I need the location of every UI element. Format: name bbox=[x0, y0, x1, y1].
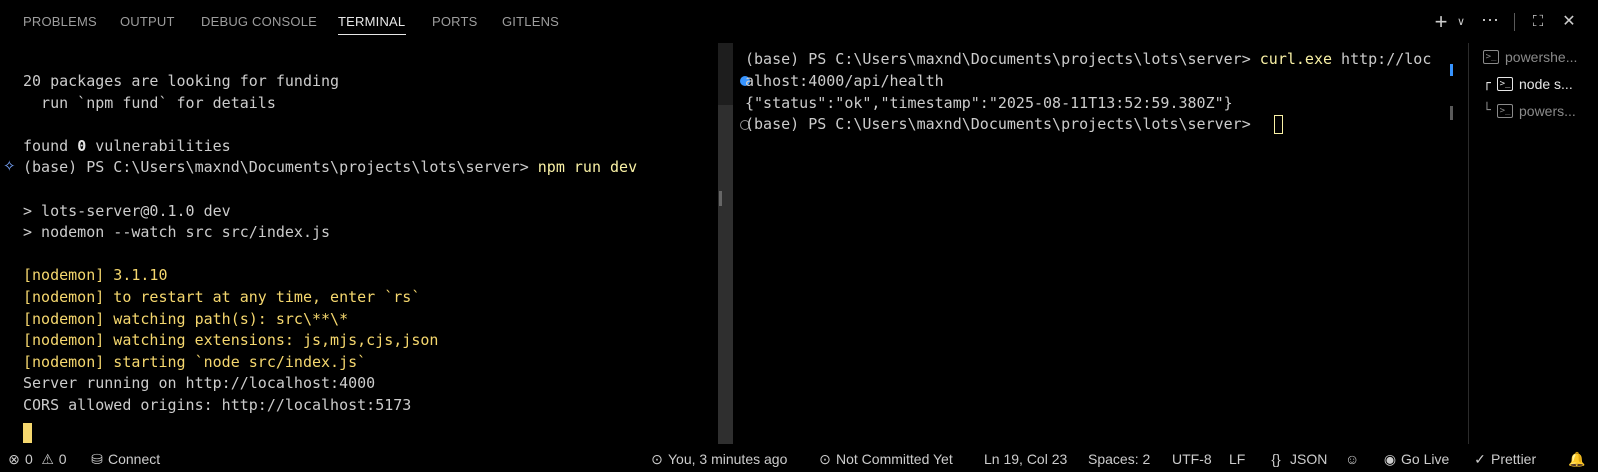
terminal-tab-label: powershe... bbox=[1505, 49, 1578, 65]
terminal-line: [nodemon] 3.1.10 bbox=[23, 266, 168, 284]
terminal-line: (base) PS C:\Users\maxnd\Documents\proje… bbox=[745, 48, 1431, 70]
broadcast-icon: ◉ bbox=[1383, 451, 1397, 467]
git-blame-status[interactable]: ⊙ You, 3 minutes ago bbox=[650, 450, 787, 468]
git-commit-icon: ⊙ bbox=[819, 451, 831, 467]
blame-label: You, 3 minutes ago bbox=[668, 451, 788, 467]
connect-label: Connect bbox=[108, 451, 161, 467]
close-icon[interactable]: ✕ bbox=[1558, 10, 1580, 34]
panel-tab-bar: PROBLEMS OUTPUT DEBUG CONSOLE TERMINAL P… bbox=[0, 0, 1598, 43]
tab-problems[interactable]: PROBLEMS bbox=[23, 14, 97, 29]
warning-count: 0 bbox=[58, 451, 67, 467]
terminal-tabs-list: >_ powershe... ┌ >_ node s... └ >_ power… bbox=[1468, 43, 1598, 444]
terminal-icon: >_ bbox=[1497, 77, 1513, 91]
terminal-line: (base) PS C:\Users\maxnd\Documents\proje… bbox=[23, 156, 637, 178]
cursor-position[interactable]: Ln 19, Col 23 bbox=[984, 450, 1067, 468]
terminal-tab-label: powers... bbox=[1519, 103, 1576, 119]
more-icon[interactable]: ⋯ bbox=[1479, 8, 1501, 32]
command-arg: http://loc bbox=[1332, 50, 1432, 68]
terminal-cursor bbox=[1274, 115, 1283, 134]
chevron-down-icon[interactable]: ∨ bbox=[1450, 10, 1472, 34]
scrollbar-marker bbox=[1450, 64, 1453, 76]
terminal-line: (base) PS C:\Users\maxnd\Documents\proje… bbox=[745, 115, 1260, 133]
terminal-line: found 0 vulnerabilities bbox=[23, 135, 231, 157]
tab-ports[interactable]: PORTS bbox=[432, 14, 478, 29]
terminal-line: Server running on http://localhost:4000 bbox=[23, 374, 376, 392]
terminal-line: 20 packages are looking for funding bbox=[23, 72, 340, 90]
vuln-count: 0 bbox=[77, 137, 87, 155]
prompt: (base) PS C:\Users\maxnd\Documents\proje… bbox=[745, 50, 1260, 68]
split-handle[interactable] bbox=[719, 191, 722, 206]
connect-status[interactable]: ⛁ Connect bbox=[90, 450, 160, 468]
error-icon: ⊗ bbox=[8, 451, 20, 467]
actions-divider bbox=[1514, 13, 1515, 31]
prettier-status[interactable]: ✓ Prettier bbox=[1473, 450, 1536, 468]
terminal-tab-label: node s... bbox=[1519, 76, 1573, 92]
maximize-icon[interactable]: ⛶ bbox=[1527, 10, 1549, 34]
terminal-icon: >_ bbox=[1483, 50, 1499, 64]
problems-status[interactable]: ⊗ 0 ⚠ 0 bbox=[7, 450, 66, 468]
sparkle-icon[interactable]: ✧ bbox=[3, 158, 21, 176]
language-label: JSON bbox=[1290, 451, 1328, 467]
go-live-status[interactable]: ◉ Go Live bbox=[1383, 450, 1449, 468]
terminal-line: run `npm fund` for details bbox=[23, 94, 276, 112]
left-terminal[interactable]: 20 packages are looking for funding run … bbox=[0, 43, 717, 444]
prompt: (base) PS C:\Users\maxnd\Documents\proje… bbox=[23, 158, 538, 176]
terminal-line: [nodemon] starting `node src/index.js` bbox=[23, 353, 367, 371]
braces-icon: {} bbox=[1271, 451, 1281, 467]
double-check-icon: ✓ bbox=[1474, 451, 1486, 467]
golive-label: Go Live bbox=[1401, 451, 1450, 467]
warning-icon: ⚠ bbox=[41, 451, 54, 467]
terminal-line: {"status":"ok","timestamp":"2025-08-11T1… bbox=[745, 94, 1233, 112]
left-scrollbar-thumb[interactable] bbox=[718, 105, 733, 444]
terminal-line: [nodemon] watching extensions: js,mjs,cj… bbox=[23, 331, 439, 349]
terminal-line: alhost:4000/api/health bbox=[745, 72, 944, 90]
terminal-tab-powershell-2[interactable]: └ >_ powers... bbox=[1469, 98, 1598, 124]
vuln-suffix: vulnerabilities bbox=[86, 137, 231, 155]
tab-terminal[interactable]: TERMINAL bbox=[338, 14, 405, 29]
database-icon: ⛁ bbox=[91, 451, 103, 467]
command: npm run dev bbox=[537, 158, 638, 176]
terminal-line: > nodemon --watch src src/index.js bbox=[23, 223, 331, 241]
terminal-line: CORS allowed origins: http://localhost:5… bbox=[23, 396, 412, 414]
indentation-status[interactable]: Spaces: 2 bbox=[1088, 450, 1150, 468]
eol-status[interactable]: LF bbox=[1229, 450, 1245, 468]
commit-label: Not Committed Yet bbox=[836, 451, 953, 467]
tab-debug-console[interactable]: DEBUG CONSOLE bbox=[201, 14, 317, 29]
plus-icon[interactable]: + bbox=[1430, 10, 1452, 34]
tab-gitlens[interactable]: GITLENS bbox=[502, 14, 559, 29]
terminal-icon: >_ bbox=[1497, 104, 1513, 118]
right-scrollbar-thumb[interactable] bbox=[1450, 106, 1453, 120]
prettier-label: Prettier bbox=[1491, 451, 1537, 467]
terminal-line: [nodemon] watching path(s): src\**\* bbox=[23, 310, 349, 328]
terminal-line: > lots-server@0.1.0 dev bbox=[23, 202, 231, 220]
tab-output[interactable]: OUTPUT bbox=[120, 14, 175, 29]
command: curl.exe bbox=[1259, 50, 1333, 68]
tree-connector: └ bbox=[1483, 103, 1491, 118]
found-label: found bbox=[23, 137, 78, 155]
right-terminal[interactable]: (base) PS C:\Users\maxnd\Documents\proje… bbox=[736, 43, 1446, 444]
encoding-status[interactable]: UTF-8 bbox=[1172, 450, 1212, 468]
active-tab-indicator bbox=[338, 34, 406, 35]
notifications-icon[interactable]: 🔔 bbox=[1568, 450, 1585, 468]
terminal-tab-powershell-1[interactable]: >_ powershe... bbox=[1469, 44, 1598, 70]
terminal-tab-node[interactable]: ┌ >_ node s... bbox=[1469, 71, 1598, 97]
error-count: 0 bbox=[25, 451, 33, 467]
copilot-icon[interactable]: ☺ bbox=[1345, 450, 1359, 468]
tree-connector: ┌ bbox=[1483, 76, 1491, 91]
status-bar: ⊗ 0 ⚠ 0 ⛁ Connect ⊙ You, 3 minutes ago ⊙ Not … bbox=[0, 444, 1598, 472]
git-commit-icon: ⊙ bbox=[651, 451, 663, 467]
language-status[interactable]: {} JSON bbox=[1266, 450, 1327, 468]
terminal-cursor bbox=[23, 423, 32, 443]
terminal-line: [nodemon] to restart at any time, enter … bbox=[23, 288, 421, 306]
commit-status[interactable]: ⊙ Not Committed Yet bbox=[818, 450, 953, 468]
